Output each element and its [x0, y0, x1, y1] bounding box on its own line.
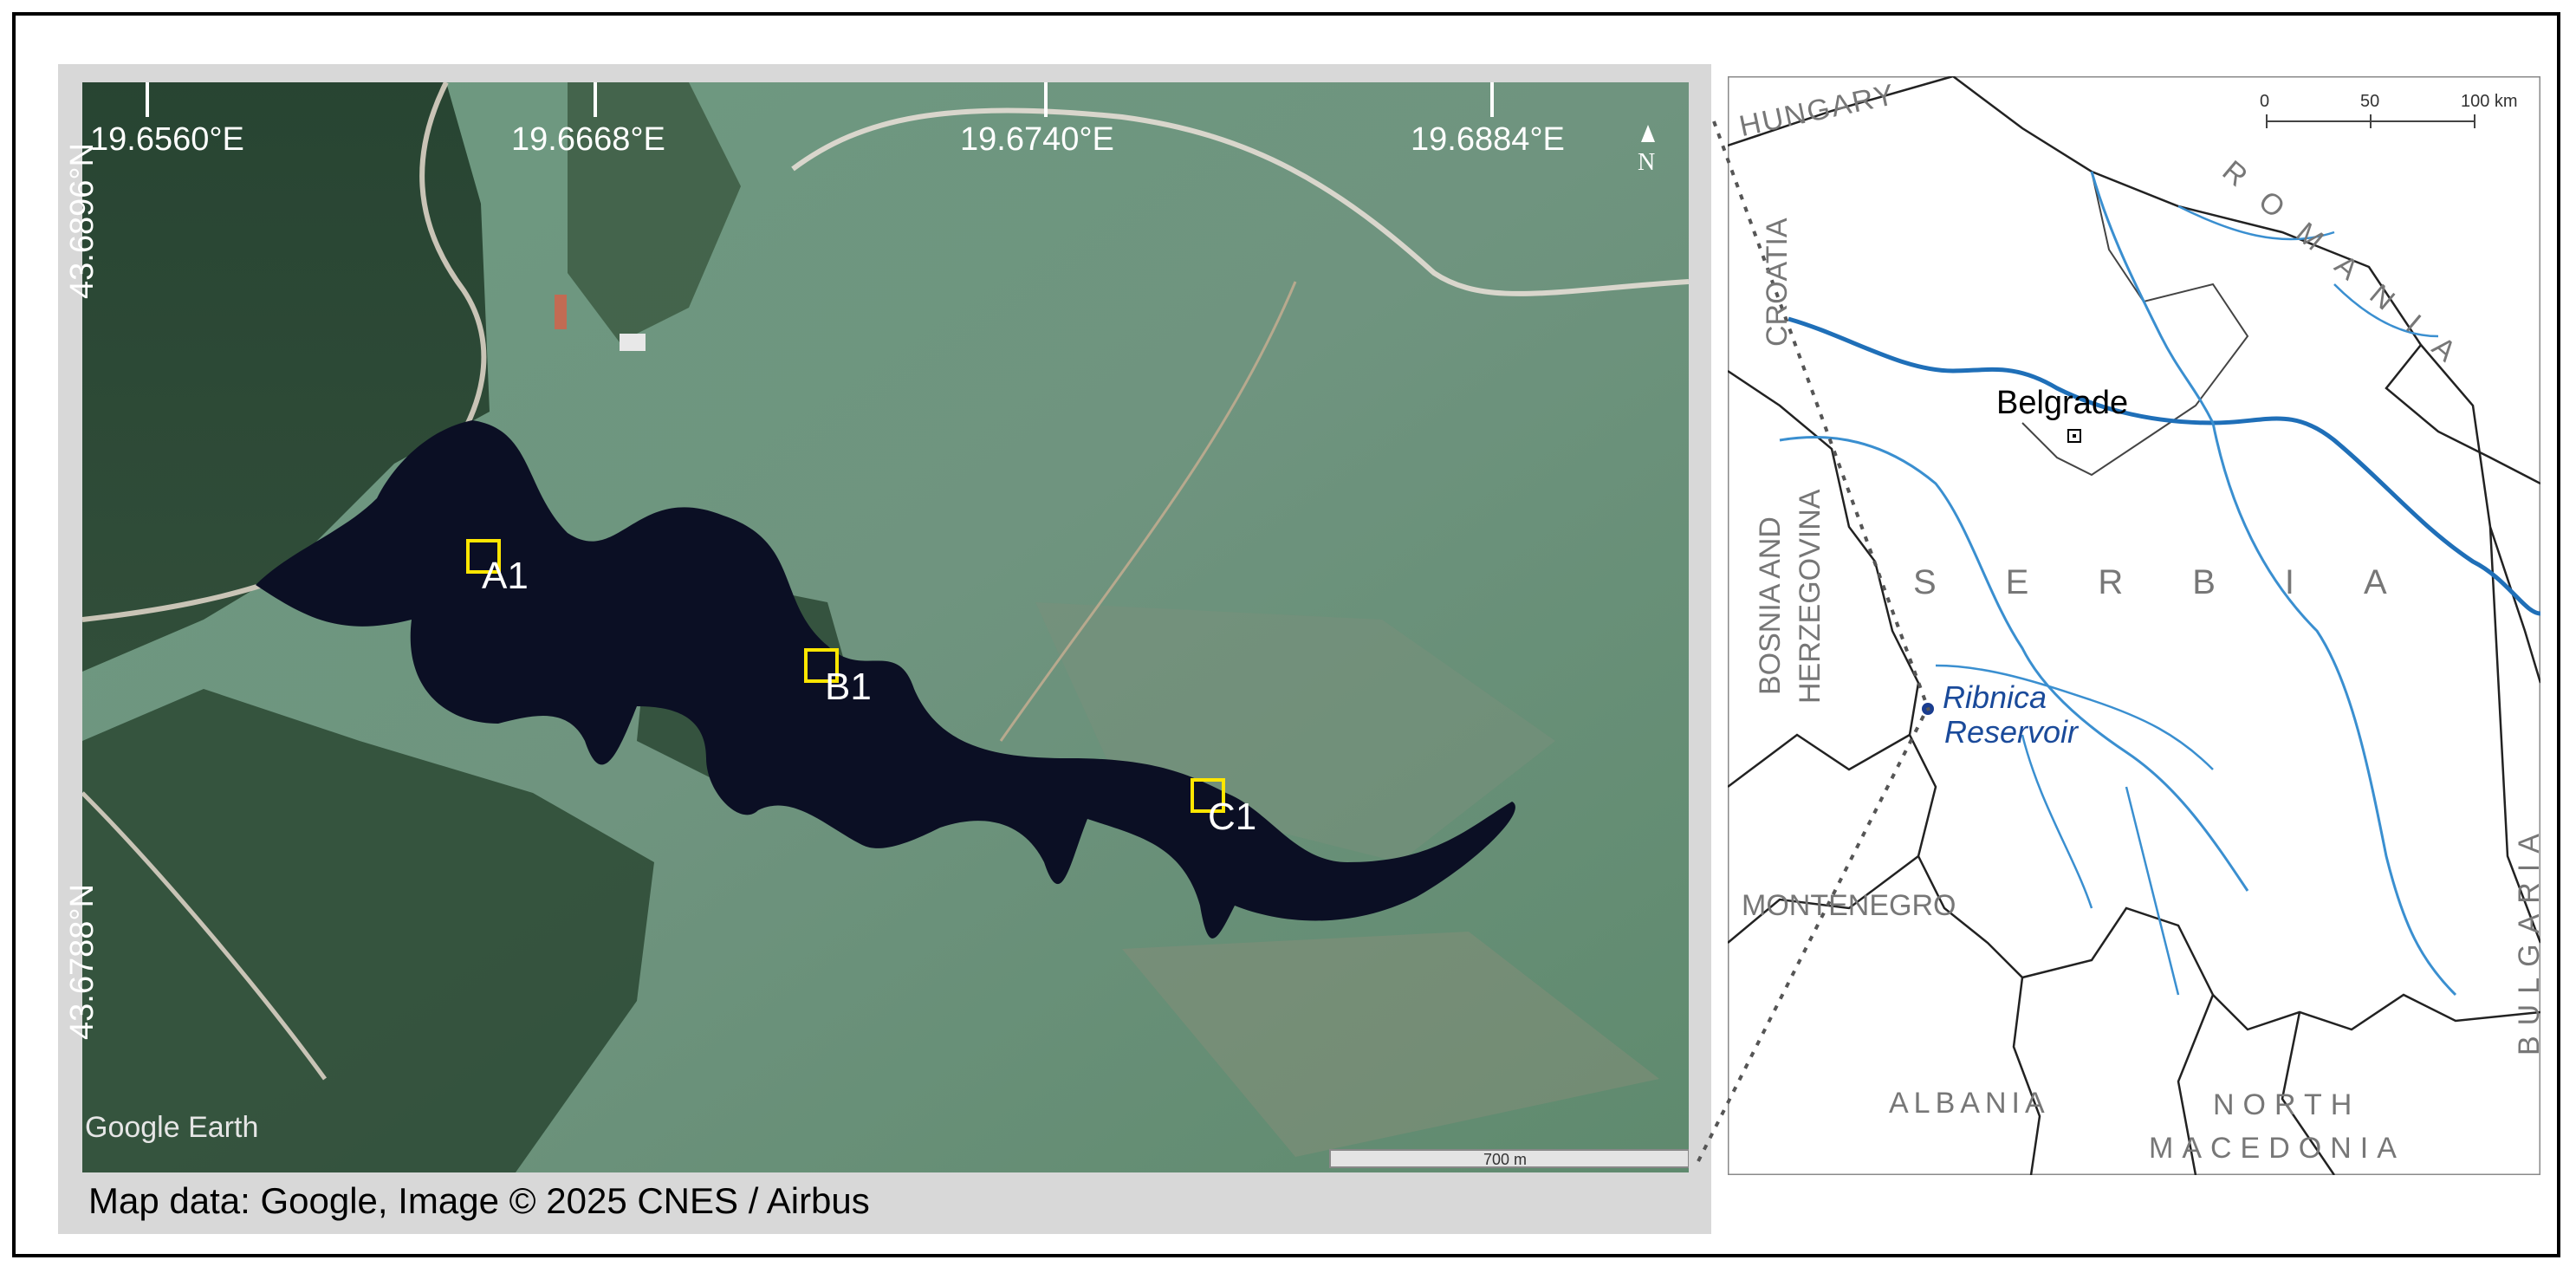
country-label-croatia: CROATIA: [1761, 218, 1794, 347]
lon-label-4: 19.6884°E: [1411, 121, 1565, 158]
country-label-north: NORTH: [2213, 1088, 2361, 1121]
satellite-image: [82, 82, 1689, 1172]
lon-tick-1: [146, 82, 149, 117]
country-label-montenegro: MONTENEGRO: [1742, 889, 1956, 922]
lat-label-2: 43.6788°N: [64, 884, 101, 1040]
north-label: N: [1638, 149, 1656, 176]
reservoir-point: [1922, 703, 1934, 715]
scale-tick-100: 100 km: [2461, 92, 2518, 111]
lon-tick-3: [1044, 82, 1048, 117]
reservoir-label-line2: Reservoir: [1944, 714, 2079, 750]
site-label-b1: B1: [825, 666, 872, 708]
building: [620, 334, 646, 351]
north-arrow-icon: [1641, 125, 1655, 142]
country-label-bosnia: BOSNIA AND: [1754, 516, 1787, 695]
locator-background: [1728, 76, 2540, 1175]
capital-marker-dot: [2073, 434, 2076, 438]
lon-label-3: 19.6740°E: [960, 121, 1114, 158]
site-label-c1: C1: [1208, 796, 1257, 838]
scale-tick-50: 50: [2360, 92, 2380, 111]
country-label-macedonia: MACEDONIA: [2149, 1132, 2405, 1165]
image-caption: Map data: Google, Image © 2025 CNES / Ai…: [88, 1180, 870, 1221]
country-label-bulgaria: BULGARIA: [2513, 823, 2546, 1055]
google-earth-watermark: Google Earth: [85, 1111, 259, 1144]
country-label-albania: ALBANIA: [1889, 1087, 2050, 1120]
capital-label-belgrade: Belgrade: [1996, 385, 2129, 421]
lon-label-1: 19.6560°E: [90, 121, 244, 158]
reservoir-label-line1: Ribnica: [1943, 679, 2047, 715]
lon-label-2: 19.6668°E: [511, 121, 665, 158]
country-label-serbia: SERBIA: [1913, 563, 2456, 601]
building: [555, 295, 567, 329]
locator-map: [1728, 76, 2540, 1175]
country-label-herzegovina: HERZEGOVINA: [1794, 489, 1827, 704]
lon-tick-2: [594, 82, 597, 117]
scale-label: 700 m: [1483, 1151, 1528, 1168]
lat-label-1: 43.6896°N: [64, 143, 101, 299]
scale-tick-0: 0: [2260, 92, 2270, 111]
lon-tick-4: [1490, 82, 1494, 117]
site-label-a1: A1: [482, 555, 529, 597]
